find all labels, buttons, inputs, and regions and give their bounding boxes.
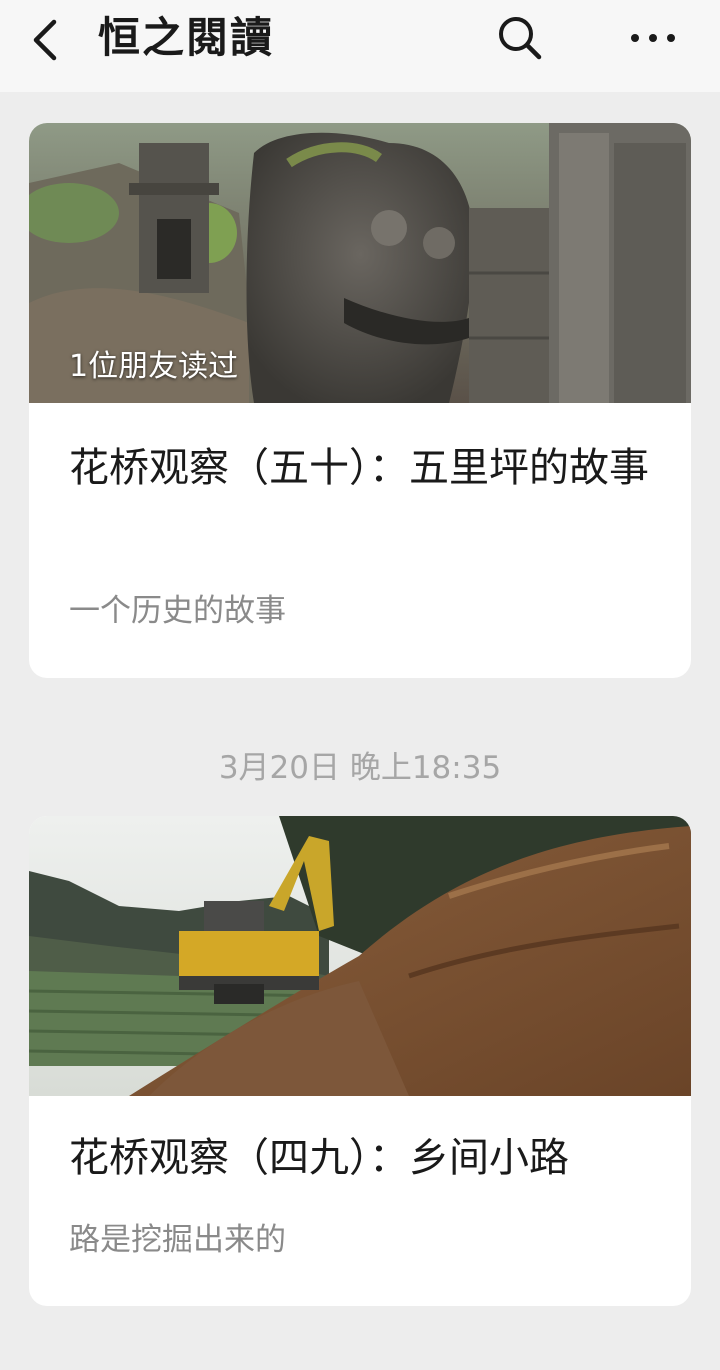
article-cover-image bbox=[29, 816, 691, 1096]
article-card[interactable]: 1位朋友读过 花桥观察（五十）：五里坪的故事 一个历史的故事 bbox=[29, 123, 691, 678]
article-digest: 路是挖掘出来的 bbox=[69, 1222, 286, 1258]
search-icon bbox=[499, 17, 542, 60]
more-horizontal-icon bbox=[631, 34, 675, 42]
friends-read-label: 1位朋友读过 bbox=[69, 349, 239, 384]
chevron-left-icon bbox=[33, 19, 57, 61]
back-button[interactable] bbox=[20, 12, 76, 68]
publish-timestamp: 3月20日 晚上18:35 bbox=[218, 750, 502, 786]
article-card[interactable]: 花桥观察（四九）：乡间小路 路是挖掘出来的 bbox=[29, 816, 691, 1306]
more-options-button[interactable] bbox=[624, 10, 682, 66]
search-button[interactable] bbox=[492, 10, 548, 66]
article-digest: 一个历史的故事 bbox=[69, 593, 286, 629]
article-title: 花桥观察（五十）：五里坪的故事 bbox=[69, 445, 649, 491]
article-cover-image: 1位朋友读过 bbox=[29, 123, 691, 403]
top-navigation-bar: 恒之閱讀 bbox=[0, 0, 720, 92]
article-title: 花桥观察（四九）：乡间小路 bbox=[69, 1135, 569, 1181]
page-title: 恒之閱讀 bbox=[98, 13, 275, 62]
